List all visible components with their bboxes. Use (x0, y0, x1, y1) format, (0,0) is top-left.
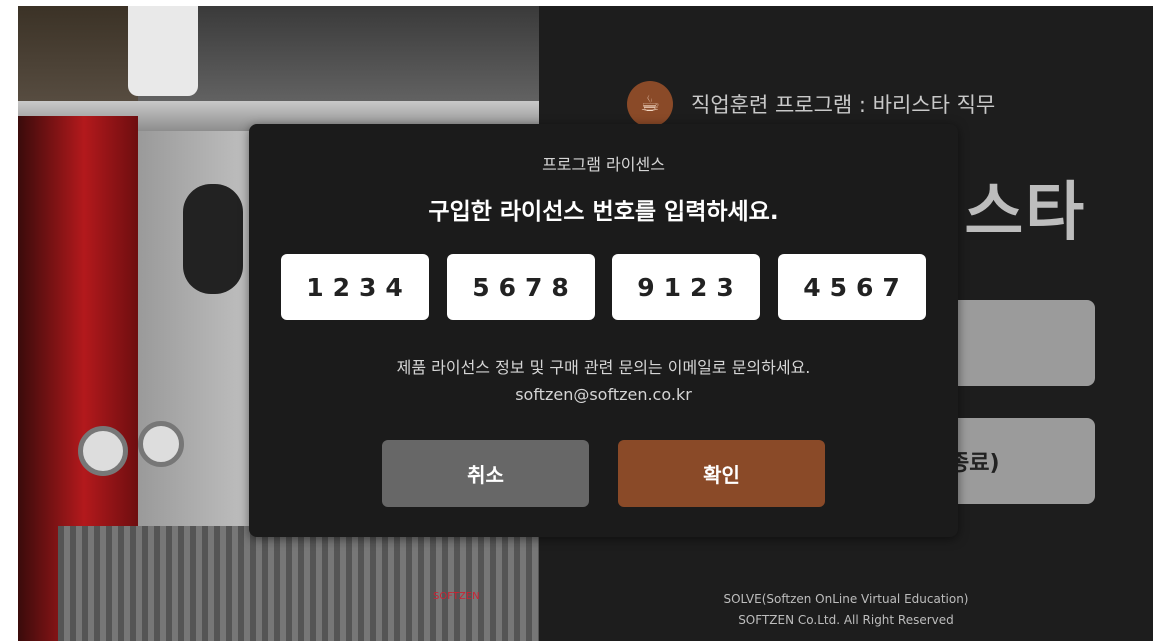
drip-tray (58, 526, 539, 641)
program-title: 직업훈련 프로그램 : 바리스타 직무 (691, 93, 996, 117)
mug-image (128, 6, 198, 96)
softzen-logo: SOFTZEN (433, 591, 480, 602)
license-code-field-2[interactable]: 5678 (447, 254, 595, 320)
footer-line-1: SOLVE(Softzen OnLine Virtual Education) (723, 592, 969, 606)
info-email: softzen@softzen.co.kr (515, 385, 692, 404)
machine-knob (183, 184, 243, 294)
footer-line-2: SOFTZEN Co.Ltd. All Right Reserved (738, 613, 954, 627)
cancel-button[interactable]: 취소 (382, 440, 589, 507)
info-text: 제품 라이선스 정보 및 구매 관련 문의는 이메일로 문의하세요. (396, 358, 811, 377)
dialog-info: 제품 라이선스 정보 및 구매 관련 문의는 이메일로 문의하세요. softz… (249, 354, 958, 408)
coffee-cup-icon: ☕ (627, 81, 673, 127)
program-brand: ☕ 직업훈련 프로그램 : 바리스타 직무 (627, 81, 995, 127)
license-code-field-4[interactable]: 4567 (778, 254, 926, 320)
big-title: |스타 (939, 176, 1087, 250)
pressure-gauge (138, 421, 184, 467)
license-code-field-1[interactable]: 1234 (281, 254, 429, 320)
confirm-button[interactable]: 확인 (618, 440, 825, 507)
dialog-subtitle: 프로그램 라이센스 (542, 155, 665, 174)
pressure-gauge (78, 426, 128, 476)
license-dialog: 프로그램 라이센스 구입한 라이선스 번호를 입력하세요. 1234 5678 … (249, 124, 958, 537)
app-window: SOFTZEN ☕ 직업훈련 프로그램 : 바리스타 직무 |스타 종료) SO… (18, 6, 1153, 641)
license-code-field-3[interactable]: 9123 (612, 254, 760, 320)
dialog-title: 구입한 라이선스 번호를 입력하세요. (428, 199, 779, 225)
